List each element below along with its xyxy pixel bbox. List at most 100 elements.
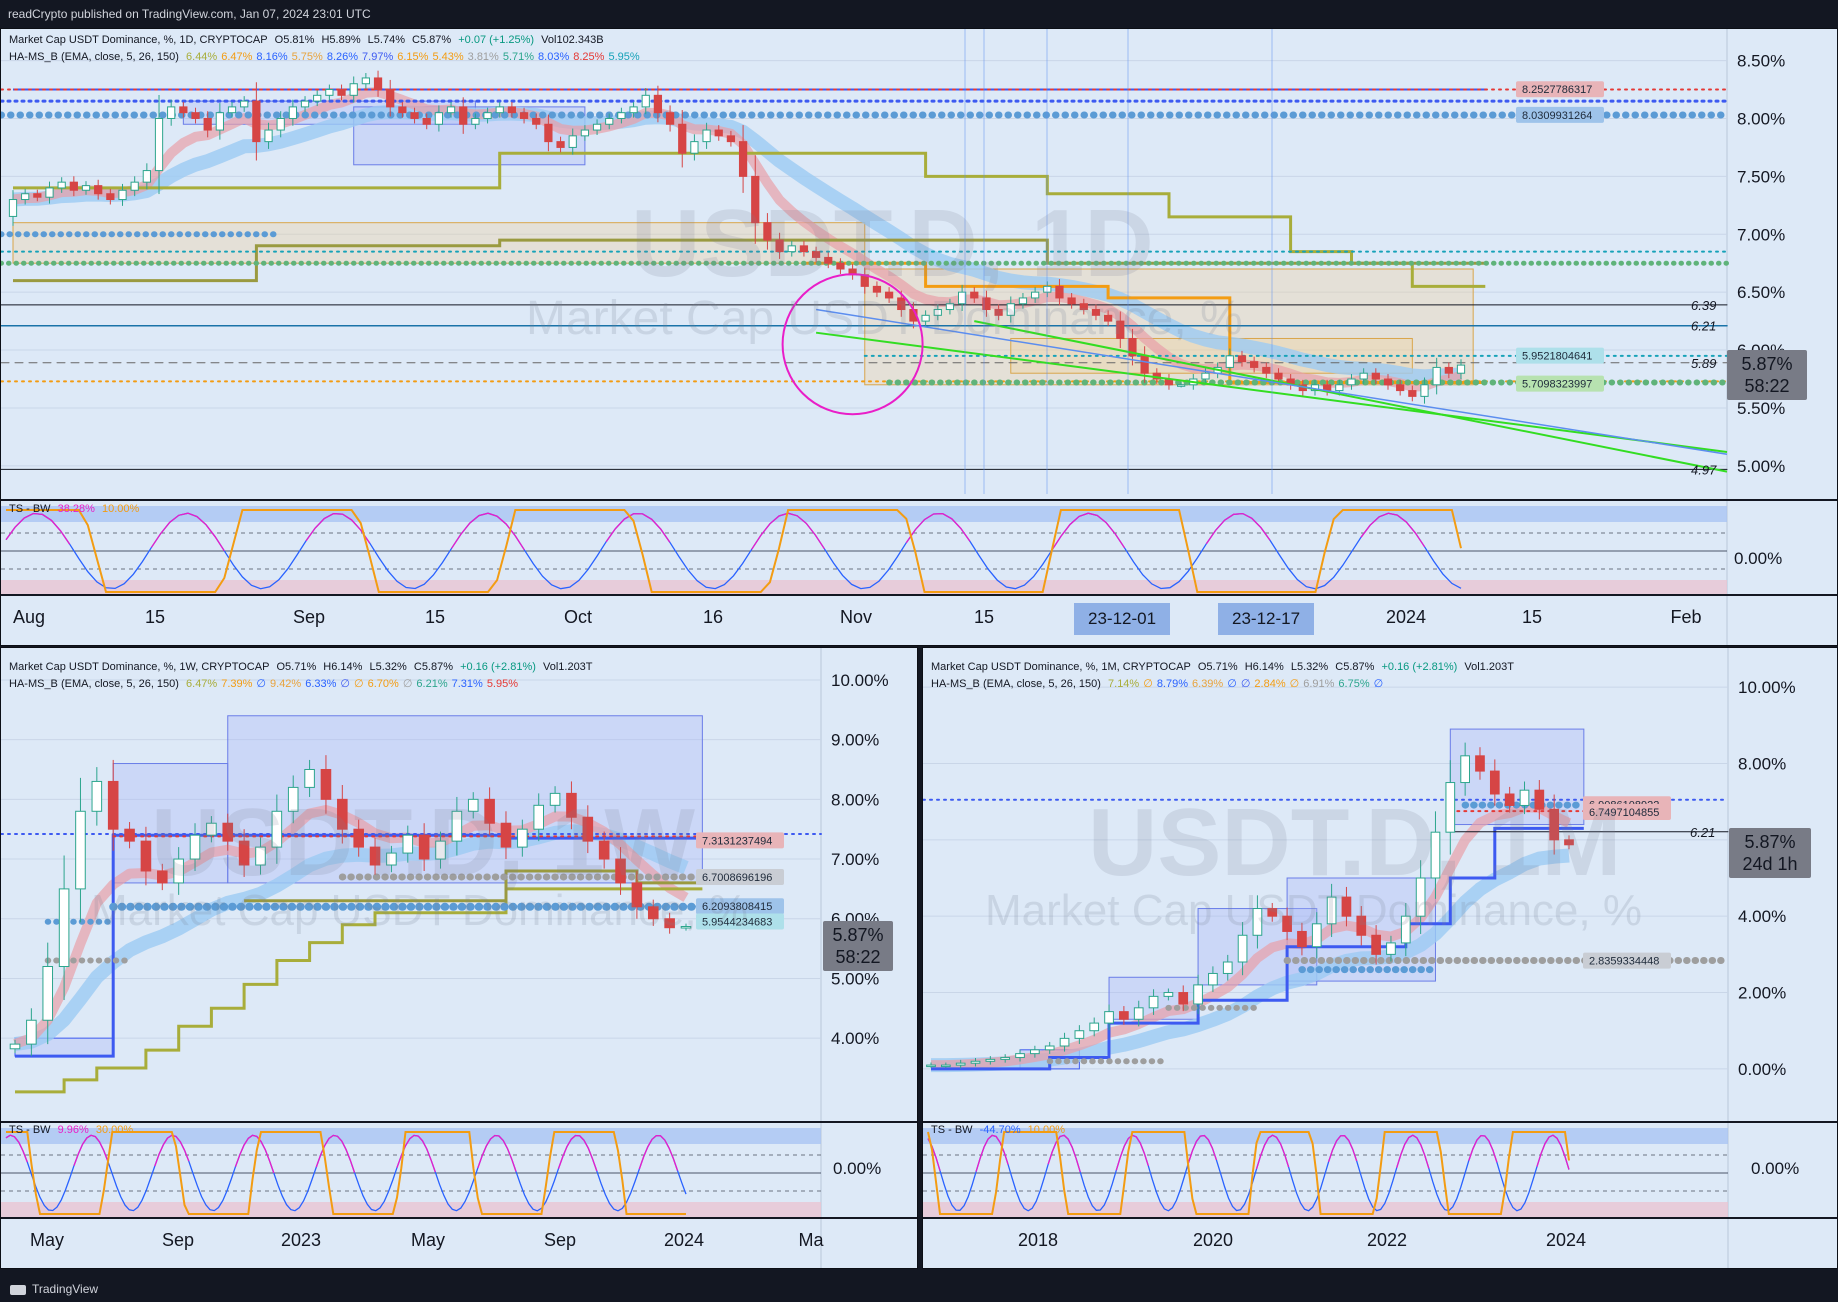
weekly-legend-main: Market Cap USDT Dominance, %, 1W, CRYPTO… (9, 661, 597, 673)
symbol-label: Market Cap USDT Dominance, %, 1W, CRYPTO… (9, 661, 270, 673)
candle-body (1432, 366, 1441, 386)
indicator-name: HA-MS_B (EMA, close, 5, 26, 150) (9, 678, 179, 690)
candle-body (386, 89, 395, 108)
candle-body (592, 123, 602, 131)
candle-body (75, 810, 86, 890)
y-tick-label: 10.00% (1738, 678, 1796, 697)
indicator-value: 6.21% (416, 678, 448, 690)
monthly-chart-panel[interactable]: Market Cap USDT Dominance, %, 1M, CRYPTO… (922, 647, 1838, 1269)
x-tick-label: Aug (13, 607, 45, 627)
candle-body (1408, 390, 1417, 397)
change-value: +0.07 (+1.25%) (458, 34, 535, 46)
x-tick-label: Sep (162, 1230, 194, 1250)
tradingview-logo-icon (10, 1284, 26, 1295)
x-tick-label: 2024 (1546, 1230, 1586, 1250)
indicator-value: 7.39% (221, 678, 253, 690)
indicator-value: 6.39% (1192, 678, 1224, 690)
osc-value-1: 9.96% (57, 1124, 89, 1136)
candle-body (1383, 378, 1393, 386)
candle-body (361, 77, 370, 85)
candle-body (140, 840, 152, 872)
volume-value: Vol1.203T (542, 661, 593, 673)
candle-body (325, 89, 334, 96)
osc-upper-band (1, 506, 1727, 522)
candle-body (69, 181, 78, 191)
watermark-name: Market Cap USDT Dominance, % (526, 292, 1243, 345)
daily-legend-indicator: HA-MS_B (EMA, close, 5, 26, 150) 6.44% 6.… (9, 51, 644, 63)
candle-body (1262, 366, 1271, 374)
candle-body (434, 112, 444, 125)
watermark-name: Market Cap USDT Dominance, % (985, 886, 1642, 935)
candle-body (58, 888, 70, 968)
publisher-line: readCrypto published on TradingView.com,… (8, 7, 371, 21)
candle-body (313, 94, 322, 102)
indicator-value: 6.75% (1338, 678, 1370, 690)
open-value: O5.71% (276, 661, 317, 673)
candle-body (714, 129, 723, 137)
change-value: +0.16 (+2.81%) (460, 661, 536, 673)
indicator-value: 5.95% (608, 51, 640, 63)
candle-body (1347, 378, 1356, 386)
candle-body (1193, 984, 1203, 1005)
indicator-value: 5.43% (432, 51, 464, 63)
level-label: 6.39 (1691, 298, 1716, 313)
candle-body (970, 1060, 981, 1064)
candle-body (1104, 1011, 1114, 1024)
y-tick-label: 9.00% (831, 731, 879, 750)
candle-body (8, 199, 18, 217)
indicator-value: 6.91% (1303, 678, 1335, 690)
low-value: L5.74% (367, 34, 405, 46)
indicator-value: ∅ (256, 678, 267, 690)
osc-lower-band (923, 1202, 1728, 1218)
open-value: O5.81% (274, 34, 315, 46)
x-tick-label: May (411, 1230, 445, 1250)
indicator-value: 8.25% (573, 51, 605, 63)
candle-body (1015, 1053, 1025, 1058)
price-tag: 7.3131237494 (702, 835, 772, 847)
daily-chart-panel[interactable]: Market Cap USDT Dominance, %, 1D, CRYPTO… (0, 28, 1838, 646)
indicator-value: ∅ (1289, 678, 1300, 690)
bar-countdown: 58:22 (1744, 376, 1790, 396)
candle-body (926, 1064, 936, 1068)
candle-body (471, 117, 480, 125)
price-tag: 5.7098323997 (1522, 379, 1592, 391)
indicator-value: 5.71% (502, 51, 535, 63)
candle-body (1178, 992, 1189, 1005)
candle-body (702, 129, 711, 143)
monthly-chart-canvas[interactable]: 10.00%8.00%6.00%4.00%2.00%0.00%6.9086108… (923, 648, 1837, 1268)
indicator-value: ∅ (1227, 678, 1237, 690)
x-tick-label: Sep (293, 607, 325, 627)
candle-body (1059, 1037, 1070, 1047)
weekly-osc-legend: TS - BW 9.96% 30.00% (9, 1124, 137, 1136)
candle-body (580, 129, 590, 137)
open-value: O5.71% (1197, 661, 1238, 673)
candle-body (94, 185, 103, 195)
candle-body (495, 106, 504, 114)
symbol-label: Market Cap USDT Dominance, %, 1M, CRYPTO… (931, 661, 1191, 673)
candle-body (9, 1043, 21, 1050)
y-tick-label: 8.00% (831, 790, 879, 809)
indicator-name: HA-MS_B (EMA, close, 5, 26, 150) (9, 51, 179, 63)
indicator-value: 7.14% (1108, 678, 1140, 690)
indicator-value: ∅ (402, 678, 413, 690)
daily-legend-main: Market Cap USDT Dominance, %, 1D, CRYPTO… (9, 34, 608, 46)
price-tag: 6.7008696196 (702, 872, 772, 884)
osc-zero-label: 0.00% (1734, 549, 1783, 568)
x-tick-label: 16 (703, 607, 723, 627)
candle-body (1359, 372, 1368, 380)
candle-body (130, 181, 139, 191)
candle-body (678, 123, 687, 154)
watermark-symbol: USDT.D, 1D (631, 190, 1154, 297)
candle-body (1225, 355, 1234, 368)
weekly-chart-canvas[interactable]: 10.00%9.00%8.00%7.00%6.00%5.00%4.00%7.31… (1, 648, 917, 1268)
indicator-value: 6.47% (186, 678, 218, 690)
weekly-chart-panel[interactable]: Market Cap USDT Dominance, %, 1W, CRYPTO… (0, 647, 918, 1269)
candle-body (1148, 995, 1159, 1009)
candle-body (532, 117, 541, 125)
candle-body (519, 112, 529, 119)
indicator-name: HA-MS_B (EMA, close, 5, 26, 150) (931, 678, 1101, 690)
candle-body (726, 135, 736, 143)
x-tick-label: 15 (974, 607, 994, 627)
candle-body (568, 135, 577, 148)
level-label: 4.97 (1691, 462, 1717, 477)
